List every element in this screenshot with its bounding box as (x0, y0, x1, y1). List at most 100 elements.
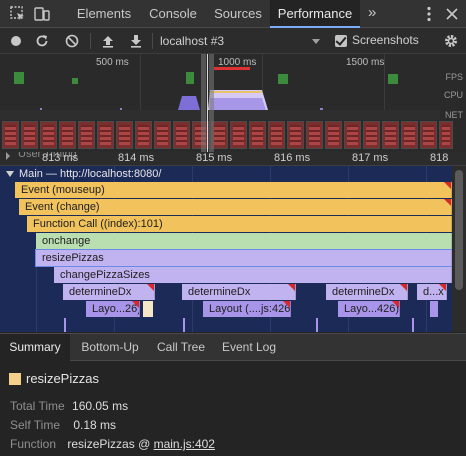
source-link[interactable]: main.js:402 (154, 437, 215, 451)
device-toolbar-icon[interactable] (34, 6, 50, 22)
screenshot-thumbnail (344, 121, 361, 149)
screenshot-thumbnail (154, 121, 171, 149)
fps-label: FPS (445, 72, 463, 82)
record-icon[interactable] (8, 33, 24, 49)
screenshot-thumbnail (97, 121, 114, 149)
inspect-element-icon[interactable] (10, 6, 26, 22)
close-icon[interactable] (444, 6, 460, 22)
flame-event-label: determineDx (332, 286, 395, 298)
flame-event-label: Event (change) (25, 201, 100, 213)
flame-event-mouseup[interactable]: Event (mouseup) (15, 182, 452, 198)
flame-determine-dx[interactable]: determineDx (63, 284, 155, 300)
warning-marker (147, 284, 154, 291)
flame-small-event[interactable] (143, 301, 153, 317)
screenshot-thumbnail (78, 121, 95, 149)
details-tab-bar: Summary Bottom-Up Call Tree Event Log (0, 333, 466, 361)
self-time-value: 0.18 ms (73, 418, 117, 432)
screenshot-thumbnail (268, 121, 285, 149)
flame-event-label: Event (mouseup) (21, 184, 105, 196)
flame-layout[interactable]: Layout (....js:426) (203, 301, 291, 317)
toolbar-separator (90, 33, 91, 49)
warning-marker (283, 301, 290, 308)
flame-function-call[interactable]: Function Call ((index):101) (27, 216, 452, 232)
screenshot-thumbnail (382, 121, 399, 149)
flame-event-label: resizePizzas (42, 252, 104, 264)
selection-handle-left[interactable] (201, 54, 206, 152)
function-name: resizePizzas @ (67, 437, 151, 451)
flame-event-change[interactable]: Event (change) (19, 199, 452, 215)
scrollbar-thumb[interactable] (455, 170, 463, 290)
ruler-tick-label: 815 ms (196, 152, 233, 164)
tab-summary[interactable]: Summary (0, 334, 70, 361)
screenshots-label[interactable]: Screenshots (352, 33, 419, 47)
load-profile-icon[interactable] (100, 33, 116, 49)
screenshot-thumbnail (306, 121, 323, 149)
flame-small-event (183, 318, 185, 332)
screenshots-checkbox[interactable] (335, 35, 347, 47)
flame-change-pizza-sizes[interactable]: changePizzaSizes (54, 267, 452, 283)
gear-icon[interactable] (443, 33, 459, 49)
clear-icon[interactable] (64, 33, 80, 49)
self-time-label: Self Time (10, 418, 61, 432)
profile-select-value: localhost #3 (160, 34, 225, 48)
flame-event-label: Layout (....js:426) (209, 303, 291, 315)
fps-bar (278, 74, 288, 84)
tab-sources[interactable]: Sources (206, 0, 270, 28)
cpu-label: CPU (443, 90, 463, 100)
flame-onchange[interactable]: onchange (36, 233, 452, 249)
more-tabs-button[interactable]: » (368, 0, 376, 28)
warning-marker (400, 284, 407, 291)
screenshot-thumbnail (40, 121, 57, 149)
flame-small-event (412, 318, 414, 332)
flame-event-label: changePizzaSizes (60, 269, 150, 281)
warning-marker (288, 284, 295, 291)
flame-layout[interactable]: Layo...426) (338, 301, 400, 317)
summary-panel: resizePizzas Total Time 160.05 ms Self T… (0, 361, 466, 456)
flame-determine-dx[interactable]: determineDx (182, 284, 296, 300)
menu-dots-icon[interactable] (420, 5, 438, 23)
overview-time-label: 1500 ms (346, 57, 385, 68)
net-label: NET (445, 110, 463, 120)
screenshot-thumbnail (59, 121, 76, 149)
function-row: Function resizePizzas @ main.js:402 (10, 437, 215, 451)
tab-event-log[interactable]: Event Log (214, 334, 284, 361)
selection-handle-right[interactable] (209, 54, 214, 152)
main-thread-label[interactable]: Main — http://localhost:8080/ (6, 168, 161, 180)
flame-determine-dx[interactable]: determineDx (326, 284, 408, 300)
ruler-tick-label: 814 ms (118, 152, 155, 164)
total-time-value: 160.05 ms (72, 399, 129, 413)
fps-bar (14, 72, 24, 84)
save-profile-icon[interactable] (128, 33, 144, 49)
flame-scrollbar[interactable] (452, 166, 466, 332)
selection-marker (207, 54, 208, 152)
warning-marker (444, 199, 451, 206)
flame-small-event (316, 318, 318, 332)
screenshot-thumbnail (21, 121, 38, 149)
expand-triangle-icon[interactable] (6, 152, 10, 160)
screenshot-thumbnail (230, 121, 247, 149)
long-frame-marker (214, 67, 250, 70)
flame-small-event[interactable] (430, 301, 438, 317)
timeline-ruler: User Timing 813 ms 814 ms 815 ms 816 ms … (0, 152, 466, 166)
tab-elements[interactable]: Elements (68, 0, 140, 28)
tab-bottom-up[interactable]: Bottom-Up (70, 334, 150, 361)
reload-icon[interactable] (34, 33, 50, 49)
profile-select[interactable]: localhost #3 (160, 32, 325, 50)
timeline-overview[interactable]: 500 ms 1000 ms 1500 ms FPS CPU NET (0, 54, 466, 152)
tab-console[interactable]: Console (140, 0, 206, 28)
flame-determine-dx[interactable]: d...x (417, 284, 447, 300)
category-swatch (9, 373, 21, 385)
self-time-row: Self Time 0.18 ms (10, 418, 116, 432)
flame-event-label: onchange (42, 235, 91, 247)
ruler-tick-label: 817 ms (352, 152, 389, 164)
flame-layout[interactable]: Layo...26) (86, 301, 140, 317)
flame-resize-pizzas[interactable]: resizePizzas (35, 249, 452, 267)
tab-performance[interactable]: Performance (270, 0, 360, 28)
ruler-tick-label: 818 ms (430, 152, 449, 165)
flame-event-label: determineDx (69, 286, 132, 298)
fps-bar (186, 72, 194, 84)
devtools-tab-bar: Elements Console Sources Performance » (0, 0, 466, 28)
ruler-tick-label: 813 ms (42, 152, 79, 164)
flame-chart[interactable]: Main — http://localhost:8080/ Event (mou… (0, 166, 452, 332)
tab-call-tree[interactable]: Call Tree (150, 334, 212, 361)
